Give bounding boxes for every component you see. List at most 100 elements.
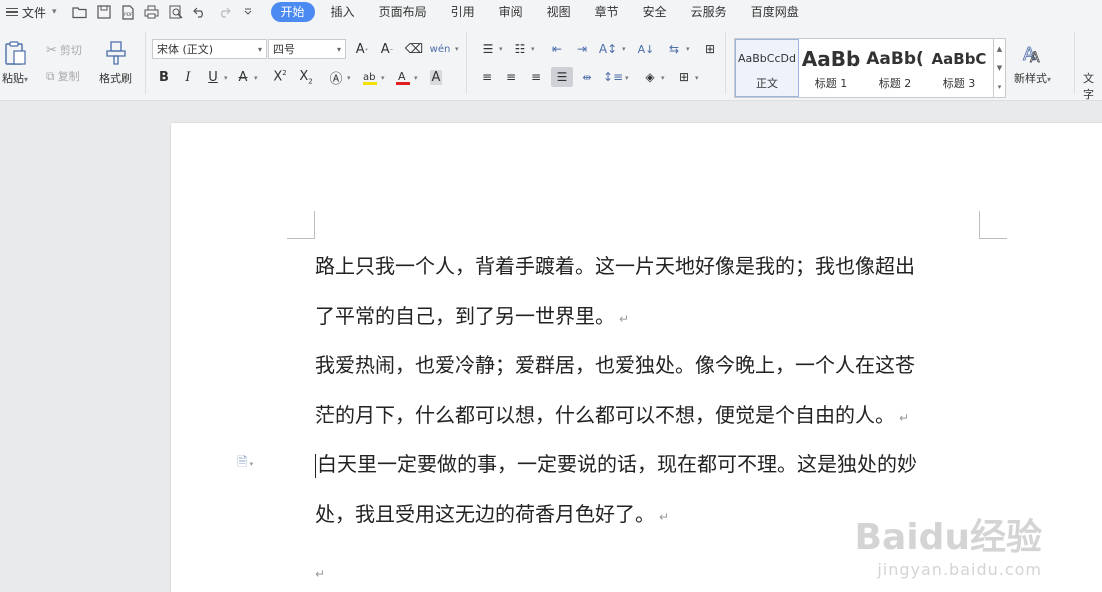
subscript-icon: X2	[299, 68, 313, 86]
paragraph-mark-icon: ↵	[899, 411, 910, 425]
paragraph[interactable]: 我爱热闹，也爱冷静；爱群居，也爱独处。像今晚上，一个人在这苍 茫的月下，什么都可…	[315, 340, 995, 440]
shrink-font-button[interactable]: A⁻	[377, 39, 397, 59]
quick-access-toolbar: PDF	[71, 3, 257, 21]
page-corner-mark	[287, 211, 315, 239]
subscript-button[interactable]: X2	[296, 67, 316, 87]
distributed-align-icon: ⇹	[582, 70, 592, 84]
italic-button[interactable]: I	[178, 67, 198, 87]
shading-button[interactable]: ◈	[640, 67, 660, 87]
redo-icon[interactable]	[215, 3, 233, 21]
paste-button[interactable]: 粘贴▾	[2, 40, 28, 86]
chevron-down-icon: ▾	[686, 45, 690, 53]
grow-font-button[interactable]: A⁺	[352, 39, 372, 59]
tab-insert[interactable]: 插入	[319, 2, 367, 22]
strikethrough-icon: A	[238, 69, 248, 85]
strikethrough-button[interactable]: A	[233, 67, 253, 87]
style-heading-2[interactable]: AaBb( 标题 2	[863, 39, 927, 97]
new-style-button[interactable]: AA 新样式▾	[1014, 40, 1051, 86]
baidu-watermark: Baidu经验 jingyan.baidu.com	[855, 508, 1042, 579]
font-size-select[interactable]: 四号 ▾	[268, 39, 346, 59]
style-heading-3-name: 标题 3	[942, 77, 976, 90]
style-gallery-scroll[interactable]: ▲ ▼ ▾	[993, 39, 1005, 97]
underline-button[interactable]: U	[203, 67, 223, 87]
tab-section[interactable]: 章节	[583, 2, 631, 22]
group-divider	[1074, 32, 1075, 94]
open-folder-icon[interactable]	[71, 3, 89, 21]
distributed-align-button[interactable]: ⇹	[577, 67, 597, 87]
text-line: 我爱热闹，也爱冷静；爱群居，也爱独处。像今晚上，一个人在这苍	[315, 353, 915, 377]
superscript-button[interactable]: X2	[270, 67, 290, 87]
show-hide-button[interactable]: ⇆	[664, 39, 684, 59]
print-icon[interactable]	[143, 3, 161, 21]
underline-icon: U	[208, 69, 218, 85]
svg-text:A: A	[398, 70, 406, 83]
clear-format-button[interactable]: ⌫	[404, 39, 424, 59]
file-menu-label: 文件	[22, 5, 47, 20]
undo-icon[interactable]	[191, 3, 209, 21]
text-tools-button[interactable]: 文字	[1083, 70, 1102, 102]
numbering-button[interactable]: ☷	[510, 39, 530, 59]
line-spacing-button[interactable]: ↕≡	[603, 67, 623, 87]
chevron-up-icon[interactable]: ▲	[997, 45, 1002, 53]
print-preview-icon[interactable]	[167, 3, 185, 21]
font-name-select[interactable]: 宋体 (正文) ▾	[152, 39, 267, 59]
file-menu[interactable]: 文件 ▾	[0, 0, 63, 24]
show-hide-icon: ⇆	[668, 42, 680, 56]
paragraph[interactable]: 路上只我一个人，背着手踱着。这一片天地好像是我的；我也像超出 了平常的自己，到了…	[315, 241, 995, 341]
tab-cloud-service[interactable]: 云服务	[679, 2, 739, 22]
chevron-down-icon: ▾	[254, 74, 258, 82]
tab-home[interactable]: 开始	[270, 2, 315, 22]
tab-page-layout[interactable]: 页面布局	[367, 2, 439, 22]
format-painter-icon	[105, 41, 126, 65]
copy-label: 复制	[57, 70, 80, 83]
bullets-button[interactable]: ☰	[478, 39, 498, 59]
style-heading-3-preview: AaBbC	[931, 50, 987, 68]
increase-indent-button[interactable]: ⇥	[572, 39, 592, 59]
ribbon-tabs: 开始 插入 页面布局 引用 审阅 视图 章节 安全 云服务 百度网盘	[270, 2, 811, 22]
more-icon[interactable]: ▾	[998, 83, 1002, 91]
style-normal-preview: AaBbCcDd	[738, 52, 796, 65]
copy-button[interactable]: ⧉ 复制	[46, 68, 80, 84]
chinese-layout-button[interactable]: A↕	[598, 39, 618, 59]
chevron-down-icon[interactable]: ▼	[997, 64, 1002, 72]
text-effect-button[interactable]: Ⓐ	[326, 67, 346, 87]
highlight-button[interactable]: ab	[360, 67, 380, 87]
cut-button[interactable]: ✂ 剪切	[46, 42, 82, 58]
document-page[interactable]: 路上只我一个人，背着手踱着。这一片天地好像是我的；我也像超出 了平常的自己，到了…	[171, 123, 1102, 592]
character-shading-button[interactable]: A	[426, 67, 446, 87]
align-center-button[interactable]: ≡	[501, 67, 521, 87]
new-style-icon: AA	[1022, 44, 1040, 66]
text-effect-icon: Ⓐ	[329, 71, 343, 87]
chevron-down-icon: ▾	[347, 74, 351, 82]
style-heading-3[interactable]: AaBbC 标题 3	[927, 39, 991, 97]
decrease-indent-button[interactable]: ⇤	[547, 39, 567, 59]
align-left-button[interactable]: ≡	[477, 67, 497, 87]
bold-button[interactable]: B	[154, 67, 174, 87]
text-line-content: 处，我且受用这无边的荷香月色好了。	[315, 502, 655, 526]
export-pdf-icon[interactable]: PDF	[119, 3, 137, 21]
customize-toolbar-icon[interactable]	[239, 3, 257, 21]
style-normal[interactable]: AaBbCcDd 正文	[735, 39, 799, 97]
tab-review[interactable]: 审阅	[487, 2, 535, 22]
format-painter-button[interactable]: 格式刷	[99, 40, 132, 86]
borders-button[interactable]: ⊞	[674, 67, 694, 87]
justify-button[interactable]: ☰	[551, 67, 573, 87]
chinese-layout-icon: A↕	[598, 42, 618, 56]
paragraph-mark-icon: ↵	[315, 567, 326, 581]
tab-security[interactable]: 安全	[631, 2, 679, 22]
tab-view[interactable]: 视图	[535, 2, 583, 22]
font-color-button[interactable]: A	[393, 67, 413, 87]
align-center-icon: ≡	[505, 70, 517, 84]
style-heading-1[interactable]: AaBb 标题 1	[799, 39, 863, 97]
align-right-button[interactable]: ≡	[526, 67, 546, 87]
save-icon[interactable]	[95, 3, 113, 21]
justify-icon: ☰	[556, 70, 568, 84]
phonetic-guide-button[interactable]: wén	[430, 39, 451, 59]
sort-button[interactable]: A↓	[636, 39, 656, 59]
paragraph-options-icon[interactable]: 🗎 ▾	[237, 453, 253, 475]
svg-text:ab: ab	[363, 72, 375, 83]
tab-baidu-netdisk[interactable]: 百度网盘	[739, 2, 811, 22]
tab-references[interactable]: 引用	[439, 2, 487, 22]
table-tools-button[interactable]: ⊞	[700, 39, 720, 59]
borders-icon: ⊞	[678, 70, 690, 84]
